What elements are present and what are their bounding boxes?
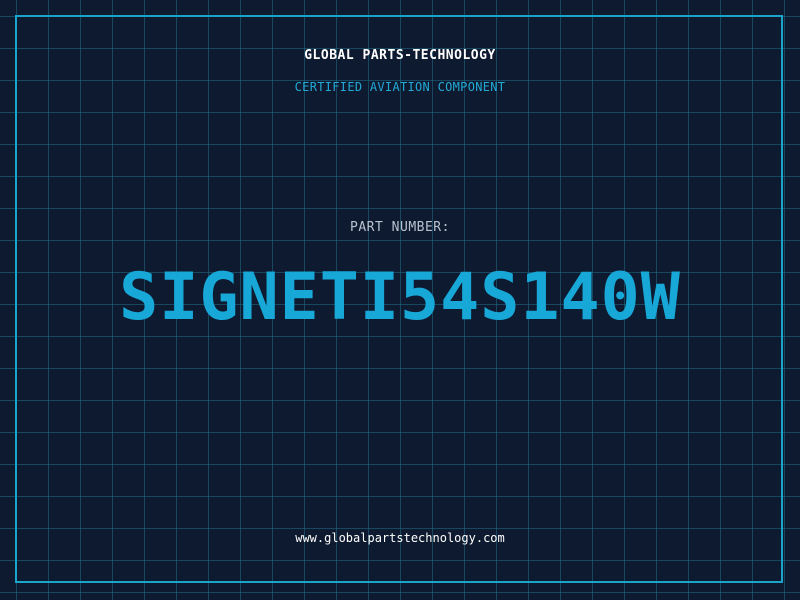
website-url: www.globalpartstechnology.com bbox=[295, 531, 505, 545]
part-number-label: PART NUMBER: bbox=[350, 220, 450, 235]
company-name: GLOBAL PARTS-TECHNOLOGY bbox=[304, 48, 496, 63]
certification-subtitle: CERTIFIED AVIATION COMPONENT bbox=[294, 80, 506, 94]
part-number-value: SIGNETI54S140W bbox=[119, 260, 681, 335]
